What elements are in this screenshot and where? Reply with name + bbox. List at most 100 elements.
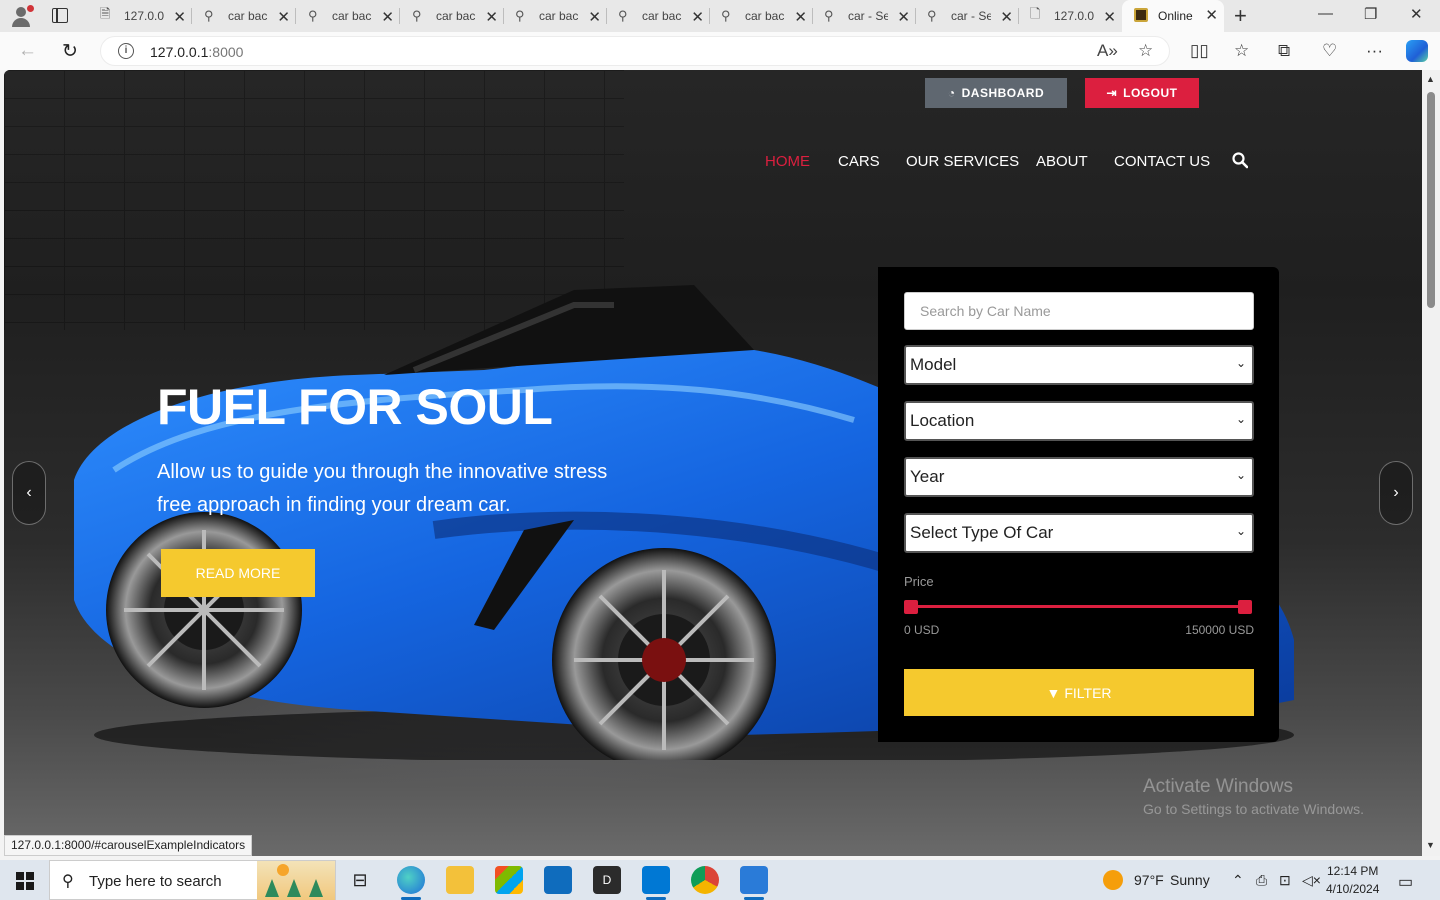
browser-tab[interactable]: ⚲ car - Se ✕	[915, 2, 1019, 30]
task-view-icon[interactable]: ⊟	[346, 866, 374, 894]
browser-tab[interactable]: ⚲ car bac ✕	[709, 2, 813, 30]
read-more-button[interactable]: READ MORE	[161, 549, 315, 597]
activate-windows-subtitle: Go to Settings to activate Windows.	[1143, 801, 1364, 817]
scroll-up-icon[interactable]: ▲	[1426, 74, 1435, 84]
nav-item-about[interactable]: ABOUT	[1036, 153, 1088, 170]
browser-tab[interactable]: ⚲ car bac ✕	[503, 2, 607, 30]
page-scrollbar[interactable]: ▲ ▼	[1422, 70, 1440, 856]
new-tab-icon[interactable]: +	[1234, 3, 1247, 29]
volume-muted-icon[interactable]: ◁×	[1302, 872, 1321, 889]
browser-tab[interactable]: ⚲ car bac ✕	[192, 2, 296, 30]
copilot-icon[interactable]	[1406, 40, 1428, 62]
minimize-icon[interactable]: —	[1318, 5, 1333, 22]
mail-icon[interactable]	[544, 866, 572, 894]
close-tab-icon[interactable]: ✕	[277, 8, 290, 26]
search-icon: ⚲	[515, 8, 525, 23]
profile-avatar-icon[interactable]	[8, 4, 34, 28]
dev-tool-icon[interactable]: D	[593, 866, 621, 894]
close-tab-icon[interactable]: ✕	[691, 8, 704, 26]
file-explorer-icon[interactable]	[446, 866, 474, 894]
split-screen-icon[interactable]: ▯▯	[1190, 41, 1209, 61]
price-range-track[interactable]	[908, 605, 1246, 608]
search-icon: ⚲	[62, 873, 74, 890]
browser-tab[interactable]: ⚲ car bac ✕	[296, 2, 400, 30]
filter-button[interactable]: ▼ FILTER	[904, 669, 1254, 716]
year-select[interactable]: Year ⌄	[904, 457, 1254, 497]
close-window-icon[interactable]: ✕	[1410, 5, 1423, 23]
close-tab-icon[interactable]: ✕	[173, 8, 186, 26]
photos-icon[interactable]	[740, 866, 768, 900]
file-lock-icon: 🗎	[100, 6, 111, 21]
location-select[interactable]: Location ⌄	[904, 401, 1254, 441]
edge-browser-icon[interactable]	[397, 866, 425, 900]
close-tab-icon[interactable]: ✕	[794, 8, 807, 26]
nav-item-cars[interactable]: CARS	[838, 153, 880, 170]
car-name-search-input[interactable]: Search by Car Name	[904, 292, 1254, 330]
nav-item-our-services[interactable]: OUR SERVICES	[906, 153, 1019, 170]
collections-icon[interactable]: ⧉	[1278, 41, 1290, 61]
restore-icon[interactable]: ❐	[1364, 5, 1377, 23]
browser-toolbar: ← ↻ i 127.0.0.1:8000 A» ☆ ▯▯ ☆ ⧉ ♡ ···	[0, 32, 1440, 70]
vscode-icon[interactable]	[642, 866, 670, 900]
close-tab-icon[interactable]: ✕	[381, 8, 394, 26]
browser-tab-active[interactable]: Online ✕	[1122, 0, 1224, 32]
model-select[interactable]: Model ⌄	[904, 345, 1254, 385]
chevron-right-icon: ›	[1393, 484, 1399, 501]
tab-actions-icon[interactable]	[52, 8, 68, 23]
browser-tab[interactable]: ⚲ car bac ✕	[400, 2, 504, 30]
weather-desc[interactable]: Sunny	[1170, 872, 1210, 888]
browser-tab[interactable]: ⚲ car bac ✕	[606, 2, 710, 30]
chrome-icon[interactable]	[691, 866, 719, 894]
chevron-up-icon[interactable]: ⌃	[1232, 872, 1244, 889]
carousel-next-button[interactable]: ›	[1379, 461, 1413, 525]
search-icon: ⚲	[204, 8, 214, 23]
notifications-icon[interactable]: ▭	[1398, 872, 1413, 892]
scrollbar-thumb[interactable]	[1427, 92, 1435, 308]
status-bar-url: 127.0.0.1:8000/#carouselExampleIndicator…	[4, 835, 253, 856]
browser-tab[interactable]: 🗋 127.0.0 ✕	[1018, 2, 1122, 30]
refresh-icon[interactable]: ↻	[62, 40, 78, 63]
nav-item-contact-us[interactable]: CONTACT US	[1114, 153, 1210, 170]
site-info-icon[interactable]: i	[118, 43, 134, 59]
price-max-value: 150000 USD	[1185, 623, 1254, 637]
close-tab-icon[interactable]: ✕	[588, 8, 601, 26]
close-tab-icon[interactable]: ✕	[1000, 8, 1013, 26]
close-tab-icon[interactable]: ✕	[485, 8, 498, 26]
search-icon[interactable]	[1232, 152, 1248, 170]
close-tab-icon[interactable]: ✕	[897, 8, 910, 26]
price-max-handle[interactable]	[1238, 600, 1252, 614]
nav-item-home[interactable]: HOME	[765, 153, 810, 170]
carousel-prev-button[interactable]: ‹	[12, 461, 46, 525]
network-icon[interactable]: ⊡	[1279, 872, 1291, 889]
favorites-icon[interactable]: ☆	[1234, 41, 1249, 61]
dashboard-button[interactable]: ◔ DASHBOARD	[925, 78, 1067, 108]
microsoft-store-icon[interactable]	[495, 866, 523, 894]
chevron-down-icon: ⌄	[1235, 468, 1246, 482]
chevron-down-icon: ⌄	[1235, 524, 1246, 538]
chevron-left-icon: ‹	[26, 484, 32, 501]
system-clock[interactable]: 12:14 PM 4/10/2024	[1326, 862, 1379, 898]
scroll-down-icon[interactable]: ▼	[1426, 840, 1435, 850]
weather-temp[interactable]: 97°F	[1134, 872, 1164, 888]
car-type-select[interactable]: Select Type Of Car ⌄	[904, 513, 1254, 553]
price-label: Price	[904, 574, 934, 589]
close-tab-icon[interactable]: ✕	[1205, 6, 1218, 24]
back-icon[interactable]: ←	[18, 40, 37, 62]
close-tab-icon[interactable]: ✕	[1103, 8, 1116, 26]
more-menu-icon[interactable]: ···	[1366, 41, 1383, 61]
read-aloud-icon[interactable]: A»	[1097, 41, 1118, 61]
logout-button[interactable]: ⇥ LOGOUT	[1085, 78, 1199, 108]
browser-essentials-icon[interactable]: ♡	[1322, 41, 1337, 61]
browser-tab[interactable]: 🗎 127.0.0 ✕	[88, 2, 192, 30]
meet-now-icon[interactable]: ⎙	[1256, 872, 1267, 889]
browser-tab[interactable]: ⚲ car - Se ✕	[812, 2, 916, 30]
sunny-weather-icon[interactable]	[1103, 870, 1123, 890]
windows-taskbar: ⚲ Type here to search ⊟ D 97°F Sunny ⌃ ⎙…	[0, 860, 1440, 900]
favorite-star-icon[interactable]: ☆	[1138, 41, 1153, 61]
search-icon: ⚲	[721, 8, 731, 23]
search-icon: ⚲	[824, 8, 834, 23]
address-bar[interactable]: i 127.0.0.1:8000 A» ☆	[100, 36, 1170, 66]
windows-start-icon[interactable]	[16, 872, 34, 890]
taskbar-search-box[interactable]: ⚲ Type here to search	[49, 860, 336, 900]
price-min-handle[interactable]	[904, 600, 918, 614]
